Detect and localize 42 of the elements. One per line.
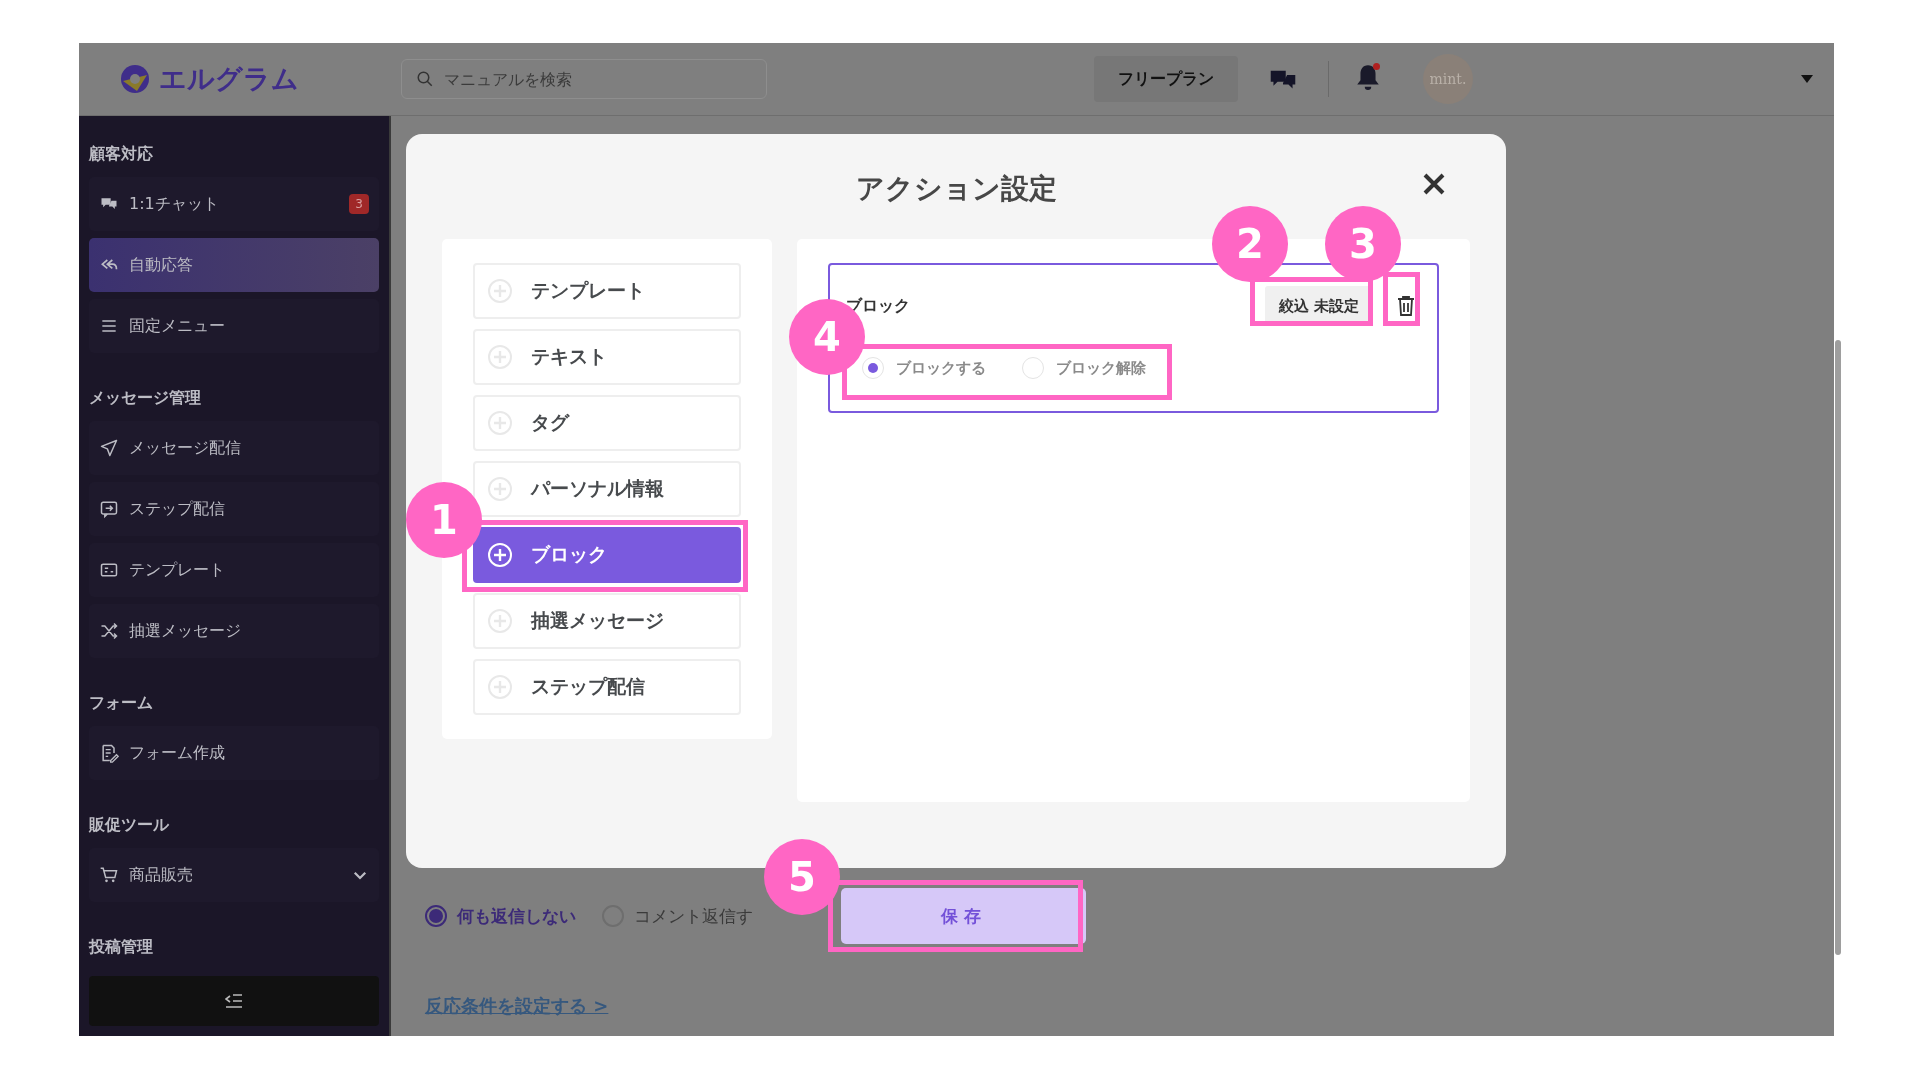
section-title: メッセージ管理 xyxy=(89,387,202,409)
sidebar-item[interactable]: ステップ配信 xyxy=(89,482,379,536)
scrollbar[interactable] xyxy=(1835,340,1841,955)
count-badge: 3 xyxy=(349,194,369,214)
section-title: フォーム xyxy=(89,692,154,714)
bell-icon[interactable] xyxy=(1355,63,1381,91)
logo-text: エルグラム xyxy=(159,62,299,96)
caret-icon[interactable] xyxy=(1800,74,1814,84)
search-icon xyxy=(416,70,434,88)
sidebar-item[interactable]: 抽選メッセージ xyxy=(89,604,379,658)
search-field[interactable]: マニュアルを検索 xyxy=(401,59,767,99)
section-title: 投稿管理 xyxy=(89,936,154,958)
collapse-icon xyxy=(225,993,243,1009)
send-icon xyxy=(99,438,119,458)
action-type-item[interactable]: ブロック xyxy=(473,527,741,583)
action-type-item[interactable]: ステップ配信 xyxy=(473,659,741,715)
action-type-item[interactable]: タグ xyxy=(473,395,741,451)
radio-option[interactable]: ブロックする xyxy=(862,357,986,379)
sidebar-item[interactable]: テンプレート xyxy=(89,543,379,597)
section-title: 顧客対応 xyxy=(89,143,154,165)
shuffle-icon xyxy=(99,621,119,641)
action-type-item[interactable]: テキスト xyxy=(473,329,741,385)
logo-icon xyxy=(119,63,151,95)
sidebar-item[interactable]: 1:1チャット 3 xyxy=(89,177,379,231)
trash-icon[interactable] xyxy=(1397,295,1415,317)
form-icon xyxy=(99,743,119,763)
section-title: 販促ツール xyxy=(89,814,170,836)
sidebar-item[interactable]: 自動応答 xyxy=(89,238,379,292)
action-type-item[interactable]: テンプレート xyxy=(473,263,741,319)
action-type-item[interactable]: 抽選メッセージ xyxy=(473,593,741,649)
plan-button[interactable]: フリープラン xyxy=(1094,56,1238,102)
search-input[interactable]: マニュアルを検索 xyxy=(442,68,752,90)
sidebar-item[interactable]: フォーム作成 xyxy=(89,726,379,780)
plus-icon xyxy=(487,542,513,568)
sidebar-item[interactable]: 商品販売 xyxy=(89,848,379,902)
template-icon xyxy=(99,560,119,580)
sidebar-item[interactable]: メッセージ配信 xyxy=(89,421,379,475)
sidebar-item[interactable]: 固定メニュー xyxy=(89,299,379,353)
modal-title: アクション設定 xyxy=(855,171,1057,207)
step-icon xyxy=(99,499,119,519)
cart-icon xyxy=(99,865,119,885)
action-type-item[interactable]: パーソナル情報 xyxy=(473,461,741,517)
